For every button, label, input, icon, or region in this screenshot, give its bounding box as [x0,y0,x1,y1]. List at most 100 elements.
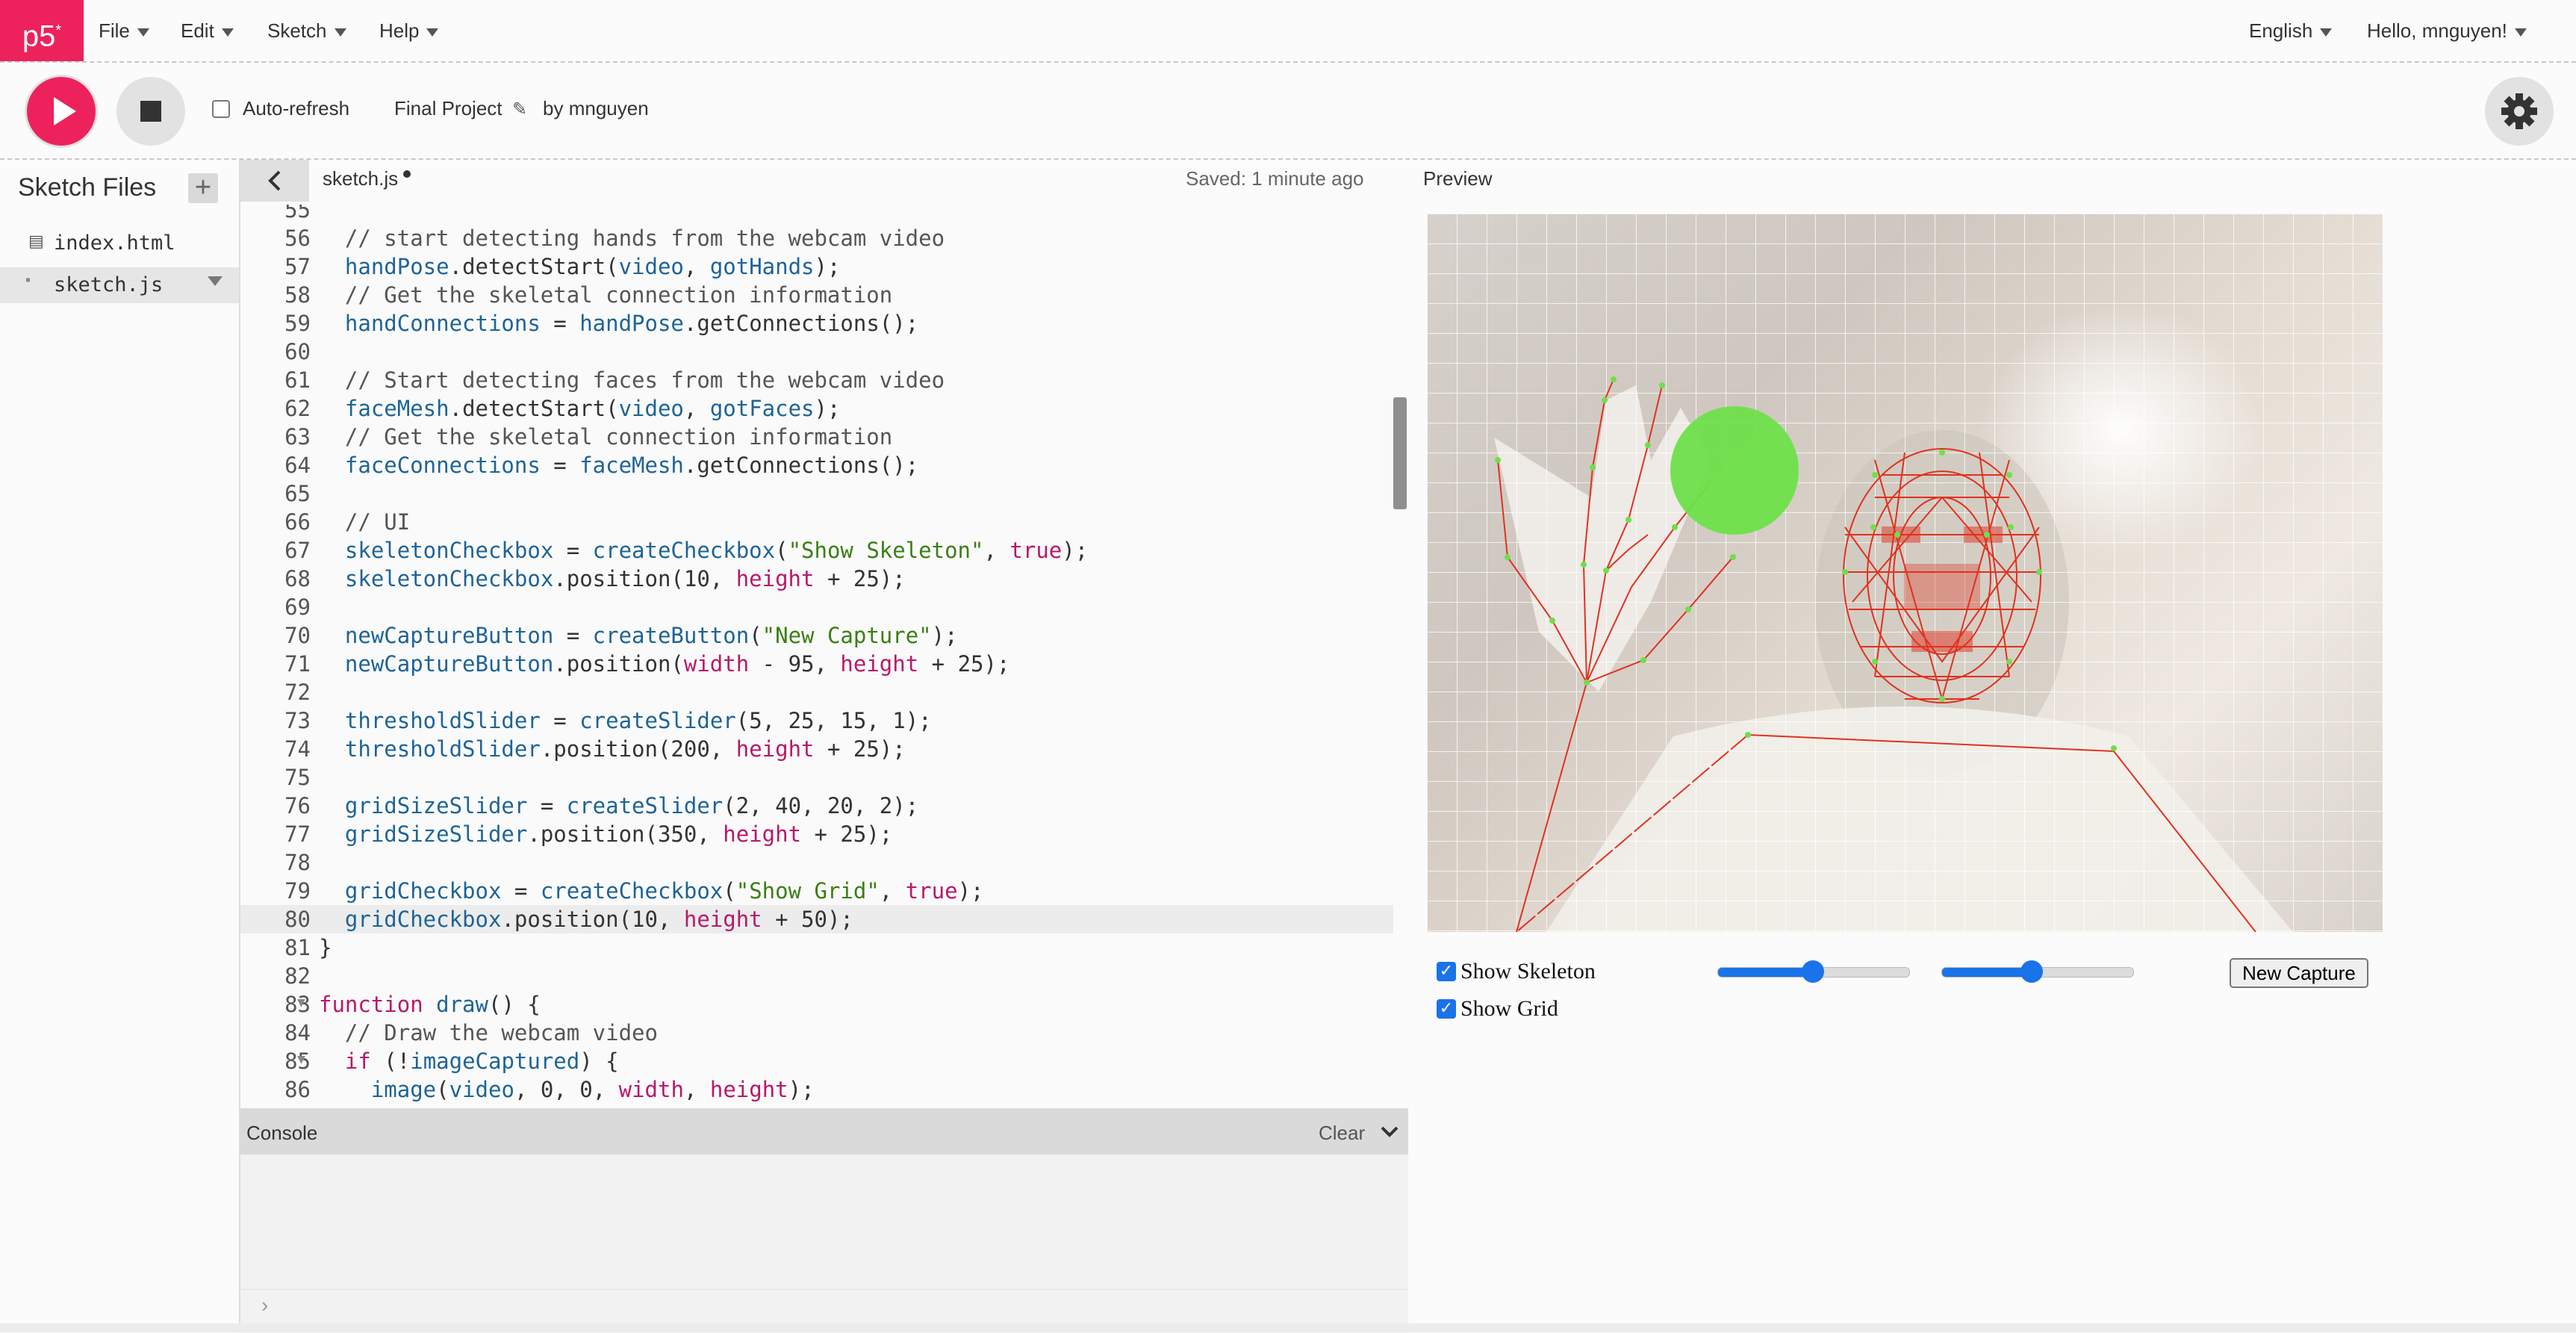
file-options-caret-icon[interactable] [208,276,223,286]
code-token: = [540,708,580,733]
code-line[interactable]: 77 gridSizeSlider.position(350, height +… [240,820,1393,848]
code-token: ) { [579,1048,619,1074]
code-line[interactable]: 74 thresholdSlider.position(200, height … [240,735,1393,763]
code-line[interactable]: 59 handConnections = handPose.getConnect… [240,309,1393,338]
code-token: if [344,1048,371,1074]
sidebar-title: Sketch Files [18,173,157,202]
menu-edit[interactable]: Edit [181,0,234,61]
code-line[interactable]: 73 thresholdSlider = createSlider(5, 25,… [240,706,1393,735]
code-line[interactable]: 63 // Get the skeletal connection inform… [240,423,1393,451]
code-token: function [319,992,437,1017]
console-collapse-button[interactable] [1378,1120,1401,1148]
code-line[interactable]: 70 newCaptureButton = createButton("New … [240,621,1393,650]
caret-down-icon [2320,28,2333,37]
code-line[interactable]: 65 [240,479,1393,508]
new-capture-button[interactable]: New Capture [2230,958,2368,988]
code-line[interactable]: 83 ▼ function draw() { [240,990,1393,1019]
code-token: "Show Grid" [735,878,880,904]
code-line[interactable]: 84 // Draw the webcam video [240,1019,1393,1047]
console-clear-button[interactable]: Clear [1319,1122,1365,1145]
play-button[interactable] [27,77,96,146]
settings-button[interactable] [2485,77,2554,146]
code-text: // Get the skeletal connection informati… [319,423,892,451]
menu-file[interactable]: File [99,0,149,61]
sidebar-file-sketch-js[interactable]: sketch.js [54,273,163,296]
code-line[interactable]: 71 newCaptureButton.position(width - 95,… [240,650,1393,678]
code-token: = [540,311,580,336]
sketch-canvas[interactable] [1427,214,2383,932]
console-prompt-chevron-icon: › [261,1293,269,1317]
stop-button[interactable] [116,77,185,146]
code-token: gridCheckbox [344,907,502,932]
fold-arrow-icon[interactable]: ▼ [297,989,305,1017]
show-skeleton-checkbox[interactable]: ✓ [1437,962,1456,981]
line-number: 79 [284,878,311,904]
play-icon [54,97,76,125]
add-file-button[interactable]: + [188,173,218,203]
show-grid-label[interactable]: Show Grid [1460,996,1558,1022]
show-grid-checkbox[interactable]: ✓ [1437,999,1456,1019]
code-line[interactable]: 69 [240,593,1393,621]
project-name[interactable]: Final Project [394,97,503,120]
code-token: + 25); [918,651,1010,677]
code-line[interactable]: 62 faceMesh.detectStart(video, gotFaces)… [240,394,1393,423]
code-line[interactable]: 78 [240,848,1393,877]
code-line[interactable]: 66 // UI [240,508,1393,536]
code-line[interactable]: 57 handPose.detectStart(video, gotHands)… [240,252,1393,281]
code-line[interactable]: 82 [240,962,1393,990]
code-line[interactable]: 79 gridCheckbox = createCheckbox("Show G… [240,877,1393,905]
code-line[interactable]: 60 [240,338,1393,366]
threshold-slider-knob[interactable] [1802,960,1824,983]
code-line[interactable]: 56 // start detecting hands from the web… [240,224,1393,252]
code-line[interactable]: 80 gridCheckbox.position(10, height + 50… [240,905,1393,933]
code-token: gridSizeSlider [344,793,528,818]
code-line[interactable]: 72 [240,678,1393,706]
code-token: skeletonCheckbox [344,538,554,563]
code-line[interactable]: 64 faceConnections = faceMesh.getConnect… [240,451,1393,479]
code-line[interactable]: 81} [240,933,1393,962]
pencil-icon[interactable]: ✎ [512,99,527,120]
show-skeleton-label[interactable]: Show Skeleton [1460,959,1596,984]
code-token: , [983,538,1010,563]
code-token: createSlider [579,708,736,733]
code-line[interactable]: 68 skeletonCheckbox.position(10, height … [240,565,1393,593]
code-token: = [501,878,541,904]
code-text: // Get the skeletal connection informati… [319,281,892,309]
sidebar-file-index-html[interactable]: index.html [54,232,175,255]
code-line[interactable]: 86 image(video, 0, 0, width, height); [240,1075,1393,1104]
threshold-slider[interactable] [1717,960,1910,983]
grid-size-slider-knob[interactable] [2020,960,2044,983]
line-number: 81 [284,935,311,960]
menu-sketch[interactable]: Sketch [267,0,346,61]
code-line[interactable]: 55 [240,205,1393,224]
code-token: true [905,878,958,904]
code-line[interactable]: 85 ▼ if (!imageCaptured) { [240,1047,1393,1075]
code-line[interactable]: 76 gridSizeSlider = createSlider(2, 40, … [240,792,1393,820]
language-selector[interactable]: English [2249,0,2333,61]
menu-help[interactable]: Help [379,0,439,61]
p5-logo[interactable]: p5* [0,0,84,61]
code-line[interactable]: 75 [240,763,1393,792]
auto-refresh-label[interactable]: Auto-refresh [243,97,349,120]
code-token: width [618,1077,684,1102]
code-line[interactable]: 67 skeletonCheckbox = createCheckbox("Sh… [240,536,1393,565]
code-token: ); [957,878,984,904]
collapse-sidebar-button[interactable] [240,160,309,202]
grid-size-slider[interactable] [1941,960,2134,983]
editor-scrollbar[interactable] [1393,397,1407,509]
line-number: 55 [284,205,311,223]
code-editor[interactable]: 55 56 // start detecting hands from the w… [240,205,1408,1108]
auto-refresh-checkbox[interactable] [212,100,230,118]
grid-size-slider-fill [1942,968,2033,977]
editor-tab-filename[interactable]: sketch.js [323,167,398,190]
line-number: 66 [284,509,311,535]
code-line[interactable]: 61 // Start detecting faces from the web… [240,366,1393,394]
code-line[interactable]: 58 // Get the skeletal connection inform… [240,281,1393,309]
code-token: newCaptureButton [344,623,554,648]
code-token: // Start detecting faces from the webcam… [319,367,945,393]
fold-arrow-icon[interactable]: ▼ [297,1045,305,1074]
user-menu[interactable]: Hello, mnguyen! [2367,0,2527,61]
code-token: height [683,907,762,932]
author-link[interactable]: mnguyen [569,97,649,119]
